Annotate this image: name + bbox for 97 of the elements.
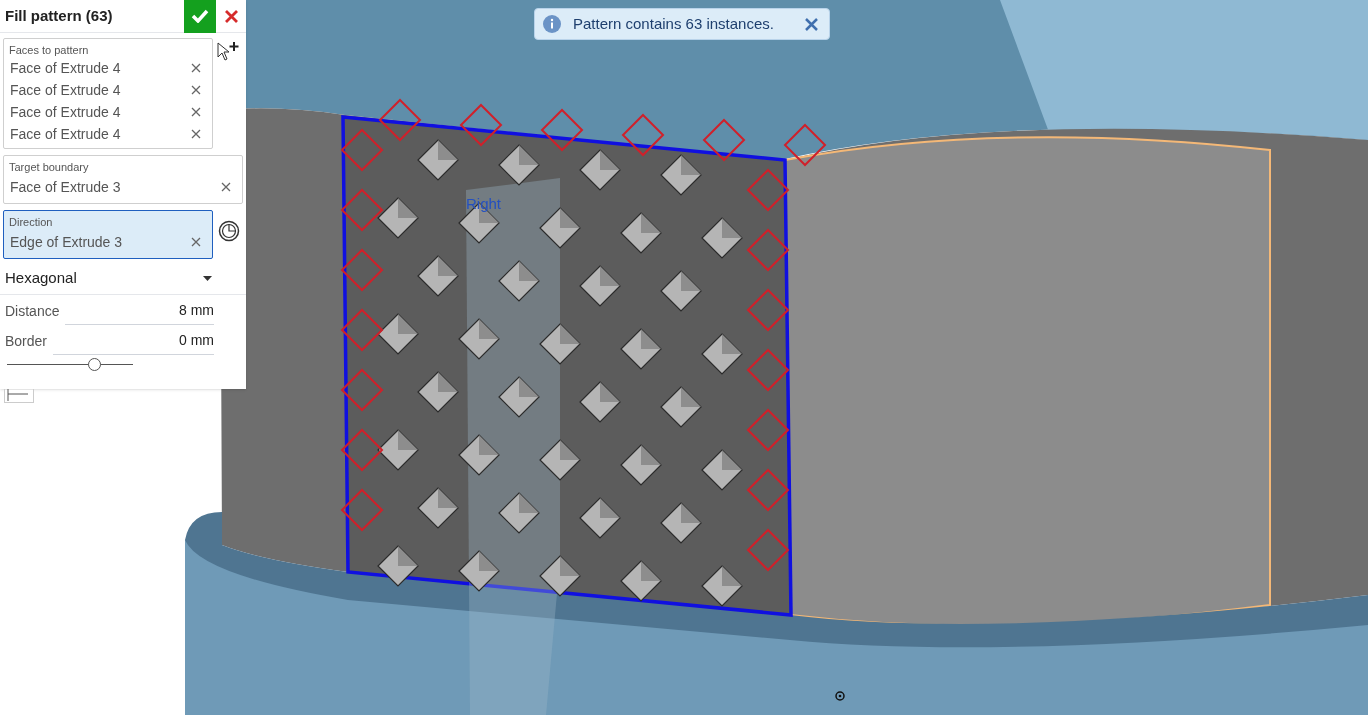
remove-button[interactable]	[190, 84, 202, 96]
pocket-drawing	[660, 270, 702, 312]
pocket-drawing	[498, 144, 540, 186]
instance-outline	[340, 428, 384, 472]
field-label: Distance	[5, 302, 60, 321]
instance-outline	[783, 123, 827, 167]
plane-label: Right	[466, 194, 502, 214]
slider-thumb[interactable]	[87, 358, 101, 371]
selection-item: Face of Extrude 4	[10, 58, 122, 78]
remove-button[interactable]	[190, 62, 202, 74]
selection-item: Edge of Extrude 3	[10, 232, 124, 252]
instance-outline	[340, 488, 384, 532]
pocket-drawing	[701, 449, 743, 491]
pocket-drawing	[539, 439, 581, 481]
instance-outline	[746, 468, 790, 512]
cursor-add-icon	[217, 42, 239, 62]
instance-outline	[340, 128, 384, 172]
pattern-type-dropdown[interactable]: Hexagonal	[0, 262, 212, 294]
remove-button[interactable]	[190, 106, 202, 118]
pocket-drawing	[579, 497, 621, 539]
remove-button[interactable]	[190, 236, 202, 248]
close-icon	[191, 63, 201, 73]
pocket-drawing	[620, 212, 662, 254]
field-label: Direction	[8, 215, 54, 229]
pocket-drawing	[579, 149, 621, 191]
instance-outline	[459, 103, 503, 147]
info-icon	[543, 15, 561, 33]
pocket-drawing	[417, 139, 459, 181]
check-icon	[191, 9, 209, 23]
pocket-drawing	[620, 328, 662, 370]
value-field[interactable]: 0 mm	[53, 330, 214, 355]
pocket-drawing	[539, 207, 581, 249]
instance-outline	[340, 188, 384, 232]
instance-outline	[340, 308, 384, 352]
pocket-drawing	[701, 565, 743, 607]
instance-outline	[621, 113, 665, 157]
pocket-drawing	[579, 265, 621, 307]
field-label: Border	[5, 332, 48, 351]
field-label: Target boundary	[8, 160, 90, 174]
caret-icon	[203, 275, 212, 281]
selection-item: Face of Extrude 4	[10, 102, 122, 122]
panel-title: Fill pattern (63)	[4, 5, 114, 26]
field-label: Faces to pattern	[8, 43, 90, 57]
pocket-drawing	[377, 429, 419, 471]
instance-outline	[746, 348, 790, 392]
close-icon	[224, 9, 238, 23]
pocket-drawing	[417, 371, 459, 413]
instance-outline	[702, 118, 746, 162]
pocket-drawing	[377, 545, 419, 587]
origin-icon	[835, 691, 845, 701]
close-icon	[191, 237, 201, 247]
selection-item: Face of Extrude 4	[10, 124, 122, 144]
pocket-drawing	[498, 376, 540, 418]
pocket-drawing	[579, 381, 621, 423]
pocket-drawing	[701, 333, 743, 375]
pocket-drawing	[458, 318, 500, 360]
close-icon	[191, 107, 201, 117]
pocket-drawing	[539, 323, 581, 365]
selection-box[interactable]: Direction Edge of Extrude 3	[3, 210, 213, 259]
pocket-drawing	[458, 434, 500, 476]
pocket-drawing	[620, 444, 662, 486]
instance-outline	[540, 108, 584, 152]
pocket-drawing	[377, 197, 419, 239]
remove-button[interactable]	[220, 181, 232, 193]
close-icon	[804, 17, 818, 31]
instance-outline	[340, 368, 384, 412]
instance-outline	[746, 408, 790, 452]
pocket-drawing	[498, 492, 540, 534]
faces-list-box[interactable]: Faces to pattern Face of Extrude 4 Face of Extrude 4 Face of Extrude 4 Face of Extrude 4	[3, 38, 213, 149]
selection-item: Face of Extrude 3	[10, 177, 122, 197]
instance-outline	[378, 98, 422, 142]
accept-button[interactable]	[184, 0, 216, 33]
close-icon	[221, 182, 231, 192]
pocket-drawing	[660, 154, 702, 196]
pocket-drawing	[377, 313, 419, 355]
instance-outline	[746, 168, 790, 212]
instance-outline	[746, 288, 790, 332]
pocket-drawing	[660, 386, 702, 428]
clock-icon[interactable]	[218, 220, 240, 242]
pocket-drawing	[539, 555, 581, 597]
instance-outline	[746, 228, 790, 272]
selection-box[interactable]: Target boundary Face of Extrude 3	[3, 155, 243, 204]
pocket-drawing	[417, 487, 459, 529]
close-icon	[191, 129, 201, 139]
pocket-drawing	[660, 502, 702, 544]
instance-outline	[746, 528, 790, 572]
selection-item: Face of Extrude 4	[10, 80, 122, 100]
pocket-drawing	[701, 217, 743, 259]
remove-button[interactable]	[190, 128, 202, 140]
instance-outline	[340, 248, 384, 292]
pocket-drawing	[458, 550, 500, 592]
pocket-drawing	[498, 260, 540, 302]
close-icon	[191, 85, 201, 95]
value-field[interactable]: 8 mm	[65, 300, 214, 325]
pocket-drawing	[620, 560, 662, 602]
notification-text: Pattern contains 63 instances.	[573, 13, 774, 34]
pocket-drawing	[417, 255, 459, 297]
